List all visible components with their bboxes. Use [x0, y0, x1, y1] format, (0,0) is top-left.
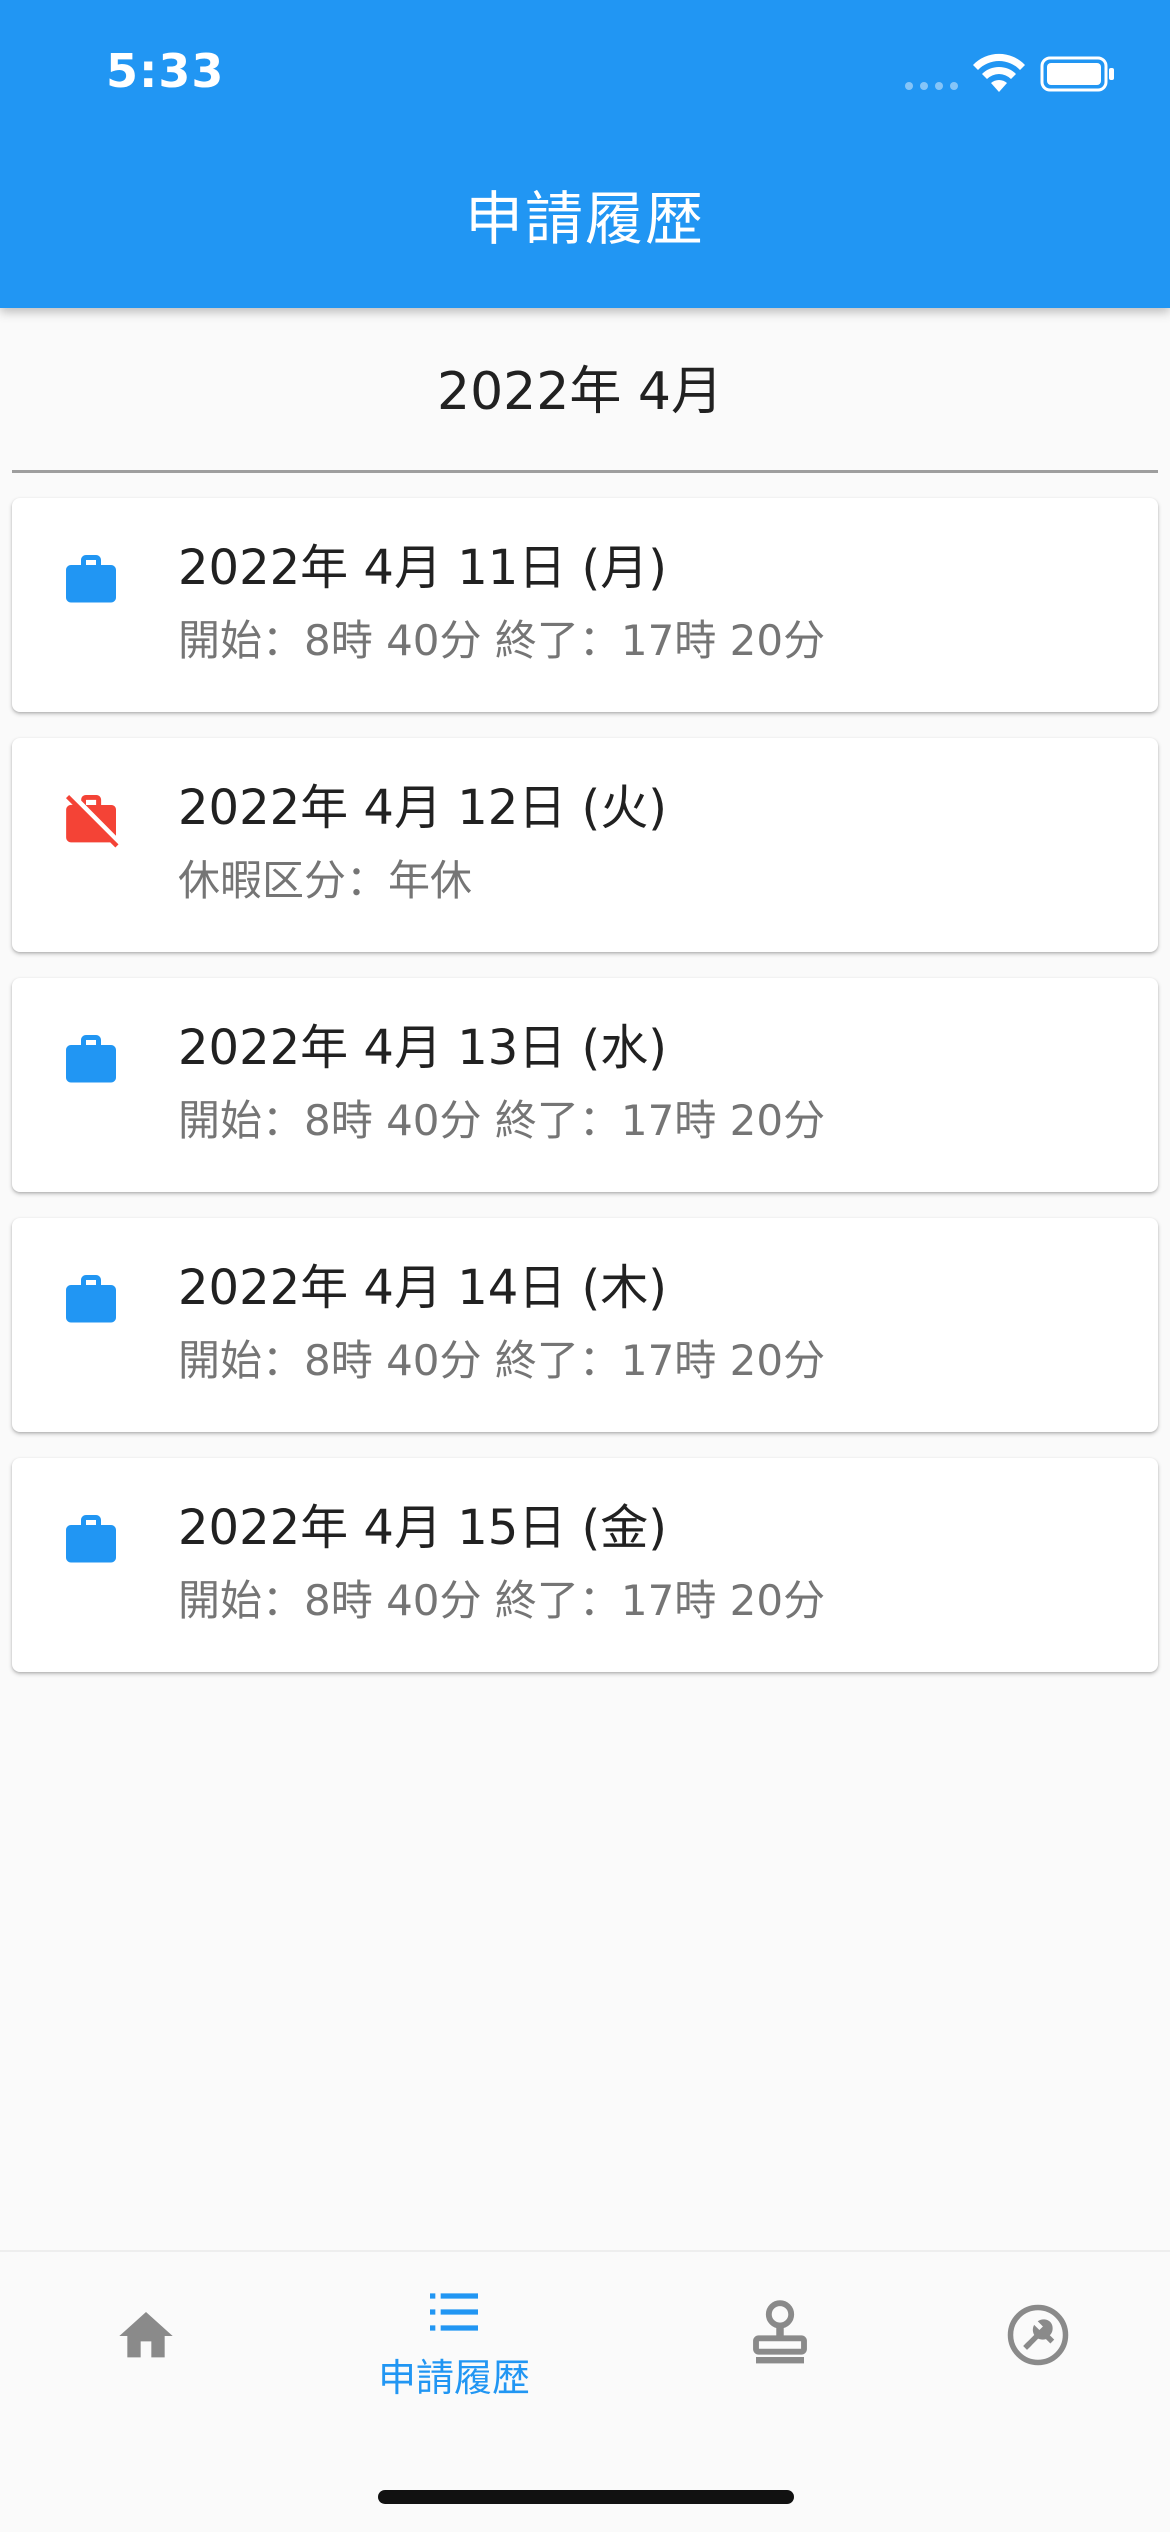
nav-item-home[interactable] — [0, 2252, 292, 2452]
nav-item-stamp[interactable] — [634, 2252, 926, 2452]
status-time: 5:33 — [106, 44, 225, 98]
entry-date: 2022年 4月 14日 (木) — [178, 1260, 668, 1316]
entry-detail: 開始：8時 40分 終了：17時 20分 — [178, 1096, 826, 1145]
entry-date: 2022年 4月 15日 (金) — [178, 1500, 668, 1556]
history-card[interactable]: 2022年 4月 11日 (月) 開始：8時 40分 終了：17時 20分 — [12, 498, 1158, 712]
wifi-icon — [973, 53, 1025, 92]
work-briefcase-icon — [66, 1035, 116, 1083]
work-briefcase-icon — [66, 555, 116, 603]
entry-detail: 休暇区分：年休 — [178, 856, 473, 905]
nav-label-history: 申請履歴 — [377, 2356, 530, 2400]
history-list: 2022年 4月 11日 (月) 開始：8時 40分 終了：17時 20分 20… — [12, 498, 1158, 1698]
history-card[interactable]: 2022年 4月 13日 (水) 開始：8時 40分 終了：17時 20分 — [12, 978, 1158, 1192]
home-indicator — [378, 2490, 794, 2504]
month-header: 2022年 4月 — [437, 362, 723, 422]
history-card[interactable]: 2022年 4月 12日 (火) 休暇区分：年休 — [12, 738, 1158, 952]
home-icon — [119, 2312, 173, 2358]
history-card[interactable]: 2022年 4月 14日 (木) 開始：8時 40分 終了：17時 20分 — [12, 1218, 1158, 1432]
entry-detail: 開始：8時 40分 終了：17時 20分 — [178, 1336, 826, 1385]
list-icon — [430, 2293, 478, 2331]
nav-item-history[interactable]: 申請履歴 — [308, 2252, 600, 2452]
battery-icon — [1040, 56, 1114, 92]
entry-detail: 開始：8時 40分 終了：17時 20分 — [178, 616, 826, 665]
cellular-signal-icon — [905, 82, 958, 90]
stamp-icon — [753, 2300, 807, 2364]
entry-date: 2022年 4月 13日 (水) — [178, 1020, 668, 1076]
page-title: 申請履歴 — [464, 185, 705, 253]
work-briefcase-icon — [66, 1515, 116, 1563]
work-briefcase-icon — [66, 1275, 116, 1323]
history-card[interactable]: 2022年 4月 15日 (金) 開始：8時 40分 終了：17時 20分 — [12, 1458, 1158, 1672]
entry-date: 2022年 4月 11日 (月) — [178, 540, 668, 596]
app-screen: 5:33 申請履歴 2022年 4月 2022年 4月 11日 (月) 開始：8… — [0, 0, 1170, 2532]
month-divider — [12, 470, 1158, 473]
entry-detail: 開始：8時 40分 終了：17時 20分 — [178, 1576, 826, 1625]
app-bar: 5:33 申請履歴 — [0, 0, 1170, 308]
nav-item-settings[interactable] — [892, 2252, 1170, 2452]
entry-date: 2022年 4月 12日 (火) — [178, 780, 668, 836]
work-off-icon — [65, 794, 119, 848]
settings-wrench-icon — [1007, 2304, 1069, 2366]
